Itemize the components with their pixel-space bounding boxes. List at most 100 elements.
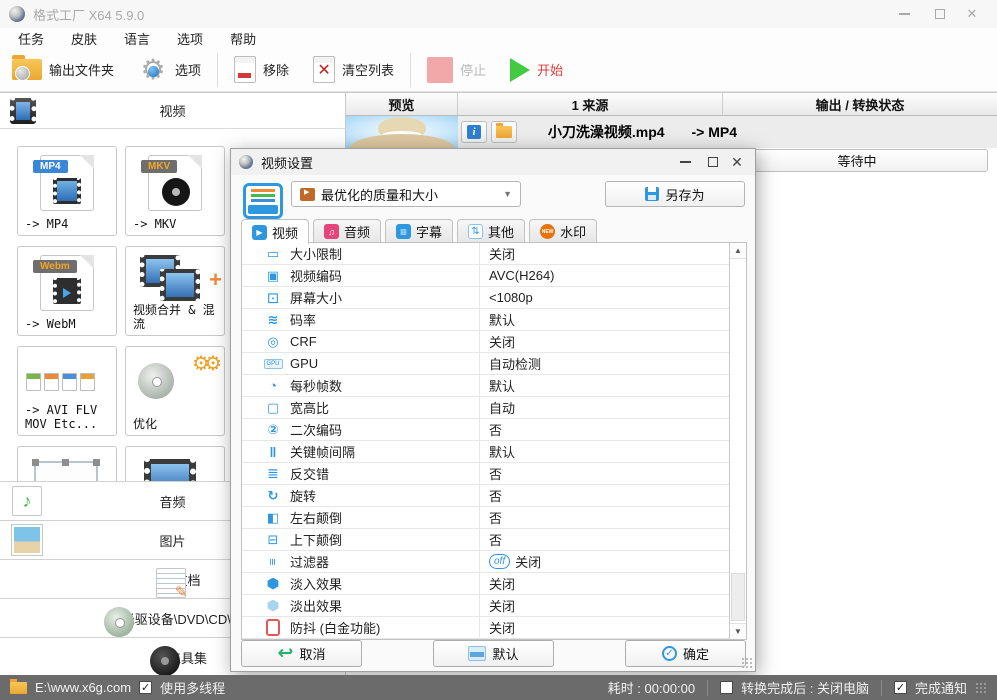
file-folder-button[interactable]	[491, 121, 517, 143]
output-folder-button[interactable]: 输出文件夹	[0, 50, 126, 90]
setting-row[interactable]: 淡入效果 关闭	[242, 573, 746, 595]
scrollbar-thumb[interactable]	[731, 573, 745, 621]
menu-task[interactable]: 任务	[18, 29, 44, 48]
setting-label: 过滤器	[290, 555, 330, 570]
tab-video[interactable]: 视频	[241, 219, 310, 244]
menu-options[interactable]: 选项	[177, 29, 203, 48]
file-info-button[interactable]: i	[461, 121, 487, 143]
menu-skin[interactable]: 皮肤	[71, 29, 97, 48]
setting-value: 默认	[489, 379, 516, 394]
setting-label: CRF	[290, 334, 317, 349]
setting-row[interactable]: 防抖 (白金功能) 关闭	[242, 617, 746, 639]
document-category-icon	[156, 568, 187, 601]
shutdown-checkbox[interactable]	[720, 681, 734, 694]
window-resize-grip[interactable]	[975, 681, 987, 694]
cancel-button[interactable]: ↩ 取消	[241, 640, 362, 667]
ok-button[interactable]: ✓ 确定	[625, 640, 746, 667]
setting-label: 视频编码	[290, 269, 343, 284]
setting-label: 大小限制	[290, 247, 343, 262]
setting-row[interactable]: 每秒帧数 默认	[242, 375, 746, 397]
setting-label: 码率	[290, 313, 317, 328]
options-button[interactable]: 选项	[126, 50, 213, 90]
profile-value: 最优化的质量和大小	[321, 187, 439, 203]
tab-watermark[interactable]: 水印	[529, 219, 598, 243]
setting-row[interactable]: 左右颠倒 否	[242, 507, 746, 529]
setting-label: 屏幕大小	[290, 291, 343, 306]
setting-value: 关闭	[489, 577, 516, 592]
maximize-button[interactable]	[923, 0, 957, 28]
tile-to-mp4[interactable]: MP4 -> MP4	[17, 146, 117, 236]
gears-icon: ⚙⚙	[192, 353, 222, 375]
file-row[interactable]: i 小刀洗澡视频.mp4 -> MP4	[346, 116, 997, 148]
setting-icon	[264, 378, 282, 394]
notify-checkbox[interactable]: ✓	[893, 681, 907, 694]
setting-row[interactable]: 上下颠倒 否	[242, 529, 746, 551]
setting-value: 关闭	[489, 621, 516, 636]
setting-row[interactable]: 反交错 否	[242, 463, 746, 485]
category-video-header[interactable]: 视频	[0, 93, 345, 129]
clear-list-button[interactable]: 清空列表	[301, 50, 406, 90]
start-button[interactable]: 开始	[498, 50, 575, 90]
settings-scrollbar[interactable]: ▲ ▼	[729, 243, 746, 639]
remove-button[interactable]: 移除	[222, 50, 301, 90]
setting-icon	[264, 356, 282, 372]
setting-row[interactable]: 过滤器 off 关闭	[242, 551, 746, 573]
dialog-resize-grip[interactable]	[741, 657, 753, 669]
dialog-footer: ↩ 取消 默认 ✓ 确定	[231, 638, 755, 671]
setting-row[interactable]: 视频编码 AVC(H264)	[242, 265, 746, 287]
tile-optimize[interactable]: ⚙⚙ 优化	[125, 346, 225, 436]
minimize-button[interactable]	[887, 0, 921, 28]
setting-value: 自动检测	[489, 357, 542, 372]
tile-to-avi-flv-mov[interactable]: -> AVI FLV MOV Etc...	[17, 346, 117, 436]
setting-row[interactable]: 旋转 否	[242, 485, 746, 507]
settings-table: 大小限制 关闭 视频编码 AVC(H264)	[241, 242, 747, 640]
tile-to-mkv[interactable]: MKV -> MKV	[125, 146, 225, 236]
dialog-logo-icon	[239, 155, 253, 169]
setting-row[interactable]: 淡出效果 关闭	[242, 595, 746, 617]
clear-list-label: 清空列表	[342, 63, 395, 78]
setting-row[interactable]: 二次编码 否	[242, 419, 746, 441]
tile-partial-crop-tool[interactable]	[17, 446, 117, 481]
column-preview[interactable]: 预览	[346, 93, 458, 115]
remove-label: 移除	[263, 63, 290, 78]
output-path[interactable]: E:\www.x6g.com	[35, 680, 131, 695]
chevron-down-icon: ▼	[503, 189, 512, 199]
column-source[interactable]: 1 来源	[458, 93, 723, 115]
close-button[interactable]: ✕	[955, 0, 989, 28]
stop-button[interactable]: 停止	[415, 50, 498, 90]
setting-icon	[264, 334, 282, 350]
setting-row[interactable]: 码率 默认	[242, 309, 746, 331]
setting-row[interactable]: 大小限制 关闭	[242, 243, 746, 265]
toolbar-separator	[410, 52, 412, 87]
scroll-down-icon[interactable]: ▼	[730, 623, 746, 639]
tab-subtitle[interactable]: 字幕	[385, 219, 454, 243]
audio-category-icon	[12, 486, 42, 516]
save-as-button[interactable]: 另存为	[605, 181, 745, 207]
setting-row[interactable]: 屏幕大小 <1080p	[242, 287, 746, 309]
column-output-status[interactable]: 输出 / 转换状态	[723, 93, 997, 115]
tile-to-webm[interactable]: Webm -> WebM	[17, 246, 117, 336]
dialog-minimize-button[interactable]	[671, 149, 699, 175]
multithread-checkbox[interactable]: ✓	[139, 681, 153, 694]
setting-label: 上下颠倒	[290, 533, 343, 548]
tab-other[interactable]: 其他	[457, 219, 526, 243]
profile-dropdown[interactable]: 最优化的质量和大小 ▼	[291, 181, 521, 207]
default-button[interactable]: 默认	[433, 640, 554, 667]
dialog-title-bar[interactable]: 视频设置 ✕	[231, 149, 755, 175]
setting-row[interactable]: GPU 自动检测	[242, 353, 746, 375]
dialog-close-button[interactable]: ✕	[723, 149, 751, 175]
tile-video-merge[interactable]: + 视频合并 & 混流	[125, 246, 225, 336]
setting-row[interactable]: 宽高比 自动	[242, 397, 746, 419]
output-folder-icon	[12, 55, 42, 81]
tab-audio[interactable]: 音频	[313, 219, 382, 243]
setting-label: 宽高比	[290, 401, 330, 416]
menu-language[interactable]: 语言	[124, 29, 150, 48]
video-tab-icon	[252, 224, 267, 240]
tile-partial-video-tool[interactable]	[125, 446, 225, 481]
setting-row[interactable]: CRF 关闭	[242, 331, 746, 353]
start-icon	[510, 57, 531, 82]
menu-help[interactable]: 帮助	[230, 29, 256, 48]
scroll-up-icon[interactable]: ▲	[730, 243, 746, 259]
setting-label: 每秒帧数	[290, 379, 343, 394]
setting-row[interactable]: 关键帧间隔 默认	[242, 441, 746, 463]
